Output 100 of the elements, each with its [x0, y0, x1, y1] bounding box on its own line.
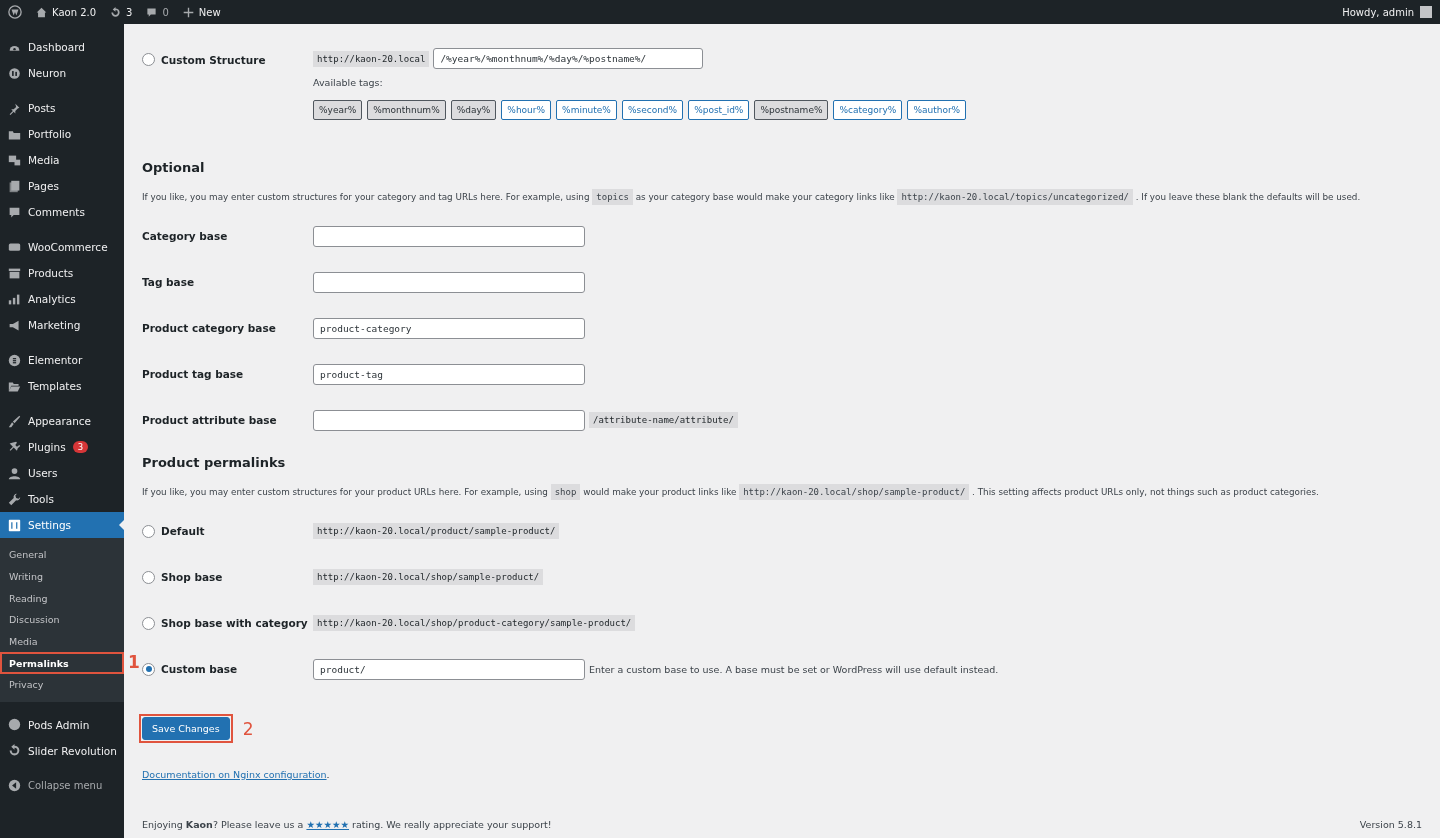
- media-icon: [8, 153, 21, 167]
- menu-item[interactable]: Slider Revolution: [0, 737, 124, 764]
- count-badge: 3: [72, 441, 89, 453]
- tag-button[interactable]: %monthnum%: [367, 100, 446, 120]
- tag-button[interactable]: %category%: [833, 100, 903, 120]
- option-label: Default: [161, 525, 205, 537]
- step-number: 1: [128, 652, 140, 673]
- tags-label: Available tags:: [313, 77, 384, 88]
- collapse-icon: [8, 779, 21, 793]
- tag-button[interactable]: %post_id%: [688, 100, 750, 120]
- settings-icon: [8, 518, 21, 532]
- radio-button[interactable]: [142, 616, 155, 630]
- tag-button[interactable]: %minute%: [556, 100, 617, 120]
- box-icon: [8, 266, 21, 280]
- example-url: http://kaon-20.local/shop/product-category/sample-product/: [313, 615, 636, 631]
- option-label: Custom Structure: [161, 53, 266, 66]
- version-text: Version 5.8.1: [1359, 819, 1422, 830]
- submenu-item[interactable]: Reading: [0, 587, 124, 610]
- menu-item[interactable]: Neuron: [0, 60, 124, 86]
- section-description: If you like, you may enter custom structures for your category and tag URLs here. For example, using topics as your category base would make your category links like http://kaon-20.local/topics/uncategorized/ . If you leave these blank the defaults will be used.: [142, 189, 1422, 205]
- text-input[interactable]: [313, 409, 585, 431]
- hint-text: Enter a custom base to use. A base must be set or WordPress will use default instead.: [589, 663, 999, 675]
- radio-button[interactable]: [142, 662, 155, 676]
- option-label: Shop base: [161, 571, 223, 583]
- menu-item[interactable]: Posts: [0, 95, 124, 121]
- folder-open-icon: [8, 379, 21, 393]
- section-description: If you like, you may enter custom structures for your product URLs here. For example, using shop would make your product links like http://kaon-20.local/shop/sample-product/ . This setting affects product URLs only, not things such as product categories.: [142, 484, 1422, 500]
- tag-button[interactable]: %author%: [907, 100, 967, 120]
- field-label: Product attribute base: [142, 414, 278, 426]
- menu-item[interactable]: Media: [0, 147, 124, 173]
- menu-item[interactable]: Portfolio: [0, 121, 124, 147]
- menu-item[interactable]: Marketing: [0, 312, 124, 338]
- greeting-text[interactable]: Howdy, admin: [1342, 6, 1414, 18]
- megaphone-icon: [8, 318, 21, 332]
- refresh-icon: [8, 744, 21, 758]
- plug-icon: [8, 440, 21, 454]
- menu-item[interactable]: Analytics: [0, 286, 124, 312]
- radio-button[interactable]: [142, 53, 155, 66]
- tag-button[interactable]: %hour%: [501, 100, 552, 120]
- example-url: http://kaon-20.local/shop/sample-product/: [313, 569, 544, 585]
- rating-link[interactable]: ★★★★★: [306, 819, 349, 830]
- submenu-item[interactable]: Writing: [0, 565, 124, 588]
- section-heading: Product permalinks: [142, 455, 287, 470]
- submenu-item[interactable]: General: [0, 544, 124, 566]
- refresh-icon: [110, 6, 122, 18]
- menu-item[interactable]: Comments: [0, 199, 124, 225]
- comment-icon: [8, 205, 21, 219]
- menu-item[interactable]: WooCommerce: [0, 234, 124, 260]
- text-input[interactable]: product-tag: [313, 363, 585, 385]
- collapse-menu-link[interactable]: Collapse menu: [28, 780, 103, 792]
- suffix-text: /attribute-name/attribute/: [589, 412, 738, 428]
- field-label: Tag base: [142, 276, 196, 288]
- menu-item[interactable]: Pages: [0, 173, 124, 199]
- new-link[interactable]: New: [198, 6, 221, 18]
- radio-button[interactable]: [142, 524, 155, 538]
- menu-item[interactable]: Tools: [0, 486, 124, 512]
- updates-count[interactable]: 3: [126, 6, 133, 18]
- plus-icon: [182, 6, 194, 18]
- radio-button[interactable]: [142, 570, 155, 584]
- step-number: 2: [242, 718, 254, 739]
- structure-input[interactable]: /%year%/%monthnum%/%day%/%postname%/: [433, 48, 704, 69]
- wordpress-logo-icon[interactable]: [8, 5, 22, 19]
- menu-item[interactable]: Appearance: [0, 408, 124, 434]
- tag-button[interactable]: %year%: [313, 100, 363, 120]
- submenu-item[interactable]: Media: [0, 630, 124, 653]
- menu-item[interactable]: Elementor: [0, 347, 124, 373]
- text-input[interactable]: [313, 271, 585, 293]
- url-prefix: http://kaon-20.local: [313, 50, 430, 67]
- save-button[interactable]: Save Changes: [142, 717, 230, 740]
- site-name-link[interactable]: Kaon 2.0: [52, 6, 97, 18]
- wrench-icon: [8, 492, 21, 506]
- field-label: Product category base: [142, 322, 277, 334]
- user-icon: [8, 466, 21, 480]
- field-label: Category base: [142, 230, 229, 242]
- tag-button[interactable]: %postname%: [754, 100, 829, 120]
- text-input[interactable]: product-category: [313, 317, 585, 339]
- field-label: Product tag base: [142, 368, 245, 380]
- menu-item[interactable]: Plugins 3: [0, 434, 124, 460]
- menu-item[interactable]: Pods Admin: [0, 711, 124, 738]
- option-label: Shop base with category: [161, 617, 308, 629]
- menu-item[interactable]: Settings: [0, 512, 124, 538]
- comments-count[interactable]: 0: [162, 6, 169, 18]
- text-input[interactable]: [313, 225, 585, 247]
- menu-item[interactable]: Templates: [0, 373, 124, 399]
- submenu-item[interactable]: Discussion: [0, 609, 124, 631]
- submenu-item[interactable]: Privacy: [0, 674, 124, 696]
- comment-icon: [146, 6, 158, 18]
- example-url: http://kaon-20.local/product/sample-product/: [313, 523, 560, 539]
- bar-chart-icon: [8, 292, 21, 306]
- section-heading: Optional: [142, 160, 206, 175]
- tag-button[interactable]: %second%: [621, 100, 684, 120]
- tag-button[interactable]: %day%: [450, 100, 497, 120]
- period-text: .: [326, 769, 330, 780]
- pages-icon: [8, 179, 21, 193]
- menu-item[interactable]: Users: [0, 460, 124, 486]
- documentation-link[interactable]: Documentation on Nginx configuration: [142, 769, 327, 780]
- menu-item[interactable]: Dashboard: [0, 34, 124, 60]
- text-input[interactable]: product/: [313, 658, 585, 680]
- brush-icon: [8, 414, 21, 428]
- menu-item[interactable]: Products: [0, 260, 124, 286]
